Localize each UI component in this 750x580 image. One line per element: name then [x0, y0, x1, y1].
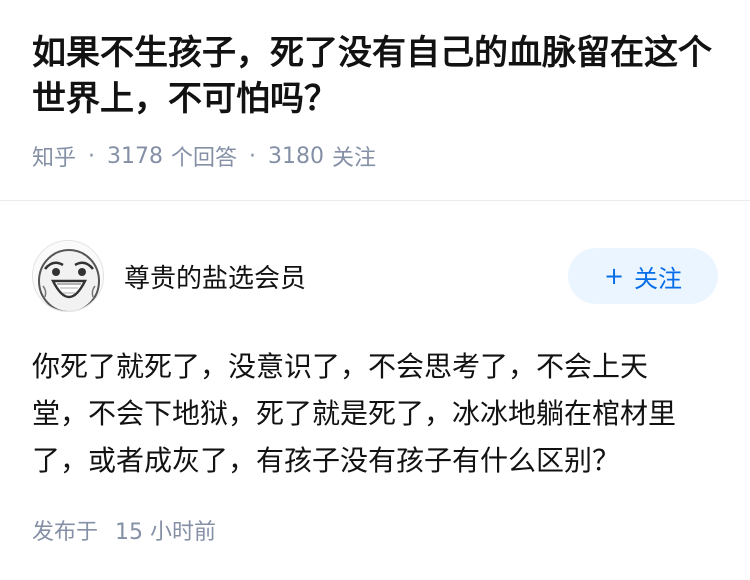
question-meta: 知乎 · 3178 个回答 · 3180 关注 — [32, 140, 718, 172]
publish-time: 15 小时前 — [115, 520, 217, 545]
zhihu-answer-page: 如果不生孩子，死了没有自己的血脉留在这个世界上，不可怕吗？ 知乎 · 3178 … — [0, 0, 750, 546]
publish-info: 发布于 15 小时前 — [32, 514, 718, 546]
publish-label: 发布于 — [32, 520, 99, 545]
follower-count-label: 关注 — [332, 146, 377, 171]
question-header: 如果不生孩子，死了没有自己的血脉留在这个世界上，不可怕吗？ 知乎 · 3178 … — [0, 0, 750, 172]
answer-count-label: 个回答 — [171, 146, 238, 171]
meta-separator: · — [88, 143, 96, 169]
source-label[interactable]: 知乎 — [32, 140, 76, 172]
answer-content[interactable]: 你死了就死了，没意识了，不会思考了，不会上天堂，不会下地狱，死了就是死了，冰冰地… — [32, 343, 718, 484]
author-name[interactable]: 尊贵的盐选会员 — [124, 258, 306, 295]
follow-button-label: 关注 — [634, 264, 683, 293]
question-title[interactable]: 如果不生孩子，死了没有自己的血脉留在这个世界上，不可怕吗？ — [32, 30, 718, 122]
author-row: 尊贵的盐选会员 + 关注 — [32, 239, 718, 313]
answer-card: 尊贵的盐选会员 + 关注 你死了就死了，没意识了，不会思考了，不会上天堂，不会下… — [0, 201, 750, 546]
follower-count: 3180 — [268, 143, 325, 169]
plus-icon: + — [603, 262, 625, 290]
answer-count: 3178 — [107, 143, 164, 169]
avatar[interactable] — [32, 240, 104, 312]
meta-separator: · — [249, 143, 257, 169]
follow-button[interactable]: + 关注 — [568, 248, 718, 304]
avatar-rage-face-icon — [33, 241, 103, 311]
